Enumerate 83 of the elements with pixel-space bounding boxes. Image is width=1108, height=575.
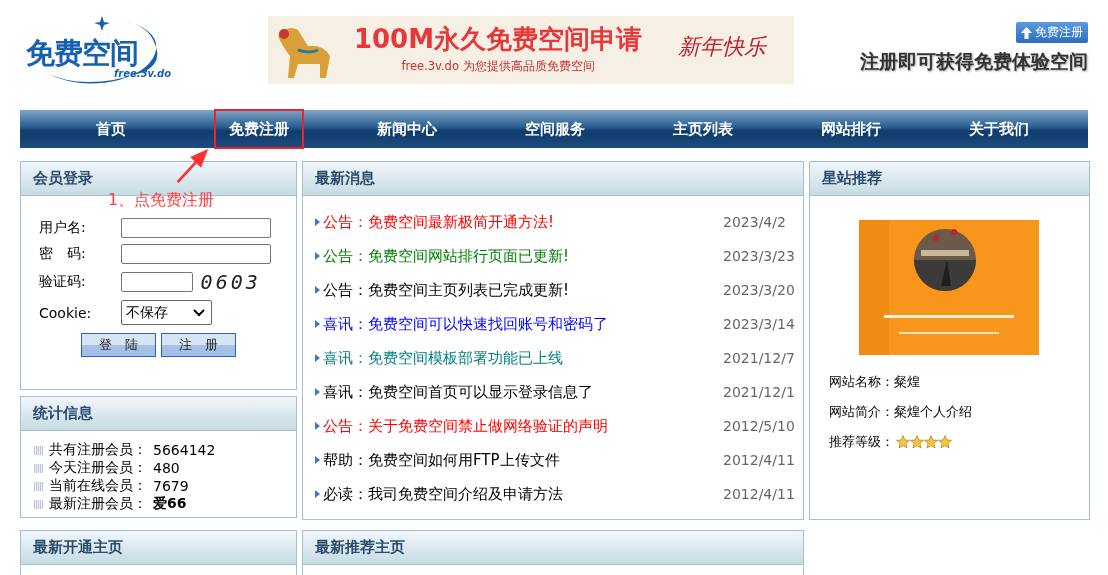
up-arrow-icon bbox=[1021, 26, 1032, 39]
star-icon bbox=[896, 435, 910, 449]
stat-label: 今天注册会员： bbox=[49, 459, 147, 477]
cookie-label: Cookie: bbox=[39, 304, 93, 321]
news-date: 2023/4/2 bbox=[723, 214, 787, 230]
triangle-bullet-icon bbox=[315, 252, 320, 260]
nav-link[interactable]: 新闻中心 bbox=[333, 110, 481, 148]
annotation-text: 1、点免费注册 bbox=[108, 190, 215, 209]
register-button[interactable]: 免费注册 bbox=[1016, 22, 1088, 43]
annotation-arrow bbox=[174, 148, 210, 184]
triangle-bullet-icon bbox=[315, 354, 320, 362]
username-label: 用户名: bbox=[39, 219, 87, 237]
chevron-down-icon bbox=[192, 308, 205, 317]
captcha-label: 验证码: bbox=[39, 273, 87, 291]
slogan: 注册即可获得免费体验空间 bbox=[860, 49, 1088, 74]
rating-label: 推荐等级： bbox=[829, 433, 894, 451]
stat-value: 5664142 bbox=[153, 442, 216, 458]
triangle-bullet-icon bbox=[315, 218, 320, 226]
nav-link[interactable]: 免费注册 bbox=[215, 110, 303, 148]
nav-link[interactable]: 关于我们 bbox=[925, 110, 1073, 148]
news-date: 2023/3/14 bbox=[723, 316, 796, 332]
panel-title: 最新开通主页 bbox=[33, 538, 123, 557]
stat-label: 共有注册会员： bbox=[49, 441, 147, 459]
triangle-bullet-icon bbox=[315, 456, 320, 464]
news-date: 2021/12/1 bbox=[723, 384, 796, 400]
news-date: 2023/3/20 bbox=[723, 282, 796, 298]
bullet-icon bbox=[34, 463, 43, 473]
news-link[interactable]: 喜讯：免费空间首页可以显示登录信息了 bbox=[323, 382, 723, 402]
panel-title: 会员登录 bbox=[33, 169, 93, 188]
panel-title: 最新推荐主页 bbox=[315, 538, 405, 557]
news-date: 2012/4/11 bbox=[723, 486, 796, 502]
news-link[interactable]: 喜讯：免费空间可以快速找回账号和密码了 bbox=[323, 314, 723, 334]
site-name: 粲煌 bbox=[894, 373, 920, 391]
news-date: 2023/3/23 bbox=[723, 248, 796, 264]
site-intro: 粲煌个人介绍 bbox=[894, 403, 972, 421]
banner[interactable]: 100M永久免费空间申请 free.3v.do 为您提供高品质免费空间 新年快乐 bbox=[268, 16, 794, 84]
banner-subline: free.3v.do 为您提供高品质免费空间 bbox=[401, 59, 595, 74]
logo-domain: free.3v.do bbox=[114, 68, 172, 79]
triangle-bullet-icon bbox=[315, 490, 320, 498]
star-icon bbox=[924, 435, 938, 449]
news-link[interactable]: 喜讯：免费空间模板部署功能已上线 bbox=[323, 348, 723, 368]
star-icon bbox=[938, 435, 952, 449]
news-link[interactable]: 必读：我司免费空间介绍及申请方法 bbox=[323, 484, 723, 504]
news-date: 2021/12/7 bbox=[723, 350, 796, 366]
panel-title: 最新消息 bbox=[315, 169, 375, 188]
triangle-bullet-icon bbox=[315, 388, 320, 396]
stat-value: 爱66 bbox=[153, 495, 187, 513]
bullet-icon bbox=[34, 499, 43, 509]
nav-link[interactable]: 首页 bbox=[37, 110, 185, 148]
news-link[interactable]: 公告：免费空间主页列表已完成更新! bbox=[323, 280, 723, 300]
stat-value: 480 bbox=[153, 460, 180, 476]
banner-headline: 100M永久免费空间申请 bbox=[353, 23, 643, 56]
triangle-bullet-icon bbox=[315, 320, 320, 328]
panel-title: 统计信息 bbox=[33, 404, 93, 423]
news-date: 2012/5/10 bbox=[723, 418, 796, 434]
stat-label: 当前在线会员： bbox=[49, 477, 147, 495]
password-label: 密 码: bbox=[39, 245, 87, 263]
news-link[interactable]: 公告：免费空间最新极简开通方法! bbox=[323, 212, 723, 232]
triangle-bullet-icon bbox=[315, 422, 320, 430]
banner-greeting: 新年快乐 bbox=[678, 33, 766, 61]
form-button[interactable]: 注 册 bbox=[161, 333, 236, 357]
site-intro-label: 网站简介： bbox=[829, 403, 894, 421]
nav-link[interactable]: 网站排行 bbox=[777, 110, 925, 148]
news-link[interactable]: 公告：免费空间网站排行页面已更新! bbox=[323, 246, 723, 266]
bullet-icon bbox=[34, 445, 43, 455]
captcha-field[interactable] bbox=[120, 272, 193, 292]
site-name-label: 网站名称： bbox=[829, 373, 894, 391]
stat-value: 7679 bbox=[153, 478, 189, 494]
password-field[interactable] bbox=[120, 244, 271, 264]
triangle-bullet-icon bbox=[315, 286, 320, 294]
form-button[interactable]: 登 陆 bbox=[81, 333, 156, 357]
news-link[interactable]: 公告：关于免费空间禁止做网络验证的声明 bbox=[323, 416, 723, 436]
star-icon bbox=[910, 435, 924, 449]
cookie-dropdown[interactable]: 不保存 bbox=[120, 300, 212, 325]
stat-label: 最新注册会员： bbox=[49, 495, 147, 513]
news-date: 2012/4/11 bbox=[723, 452, 796, 468]
panel-title: 星站推荐 bbox=[822, 169, 882, 188]
news-link[interactable]: 帮助：免费空间如何用FTP上传文件 bbox=[323, 450, 723, 470]
username-field[interactable] bbox=[120, 218, 271, 238]
nav-link[interactable]: 主页列表 bbox=[629, 110, 777, 148]
nav-link[interactable]: 空间服务 bbox=[481, 110, 629, 148]
bullet-icon bbox=[34, 481, 43, 491]
captcha-image: 0603 bbox=[200, 270, 261, 294]
